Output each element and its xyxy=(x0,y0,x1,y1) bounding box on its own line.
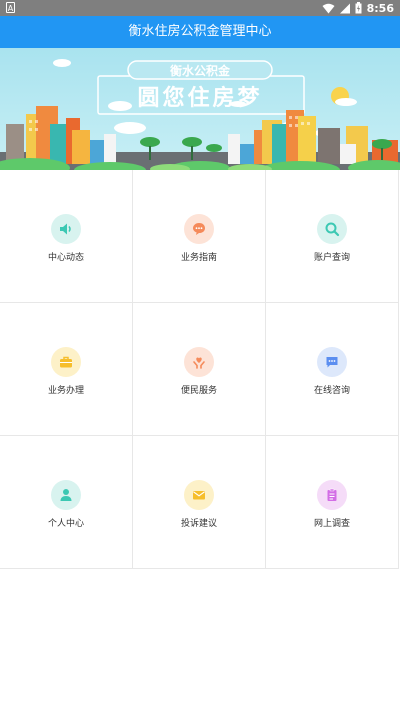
banner-title: 圆您住房梦 xyxy=(137,85,262,111)
person-icon xyxy=(60,489,72,501)
menu-label: 网上调查 xyxy=(313,519,350,529)
menu-label: 中心动态 xyxy=(47,253,84,263)
clock: 8:56 xyxy=(366,1,394,15)
status-icons: 8:56 xyxy=(322,0,394,16)
page-title: 衡水住房公积金管理中心 xyxy=(128,24,272,39)
menu-label: 业务办理 xyxy=(47,386,84,396)
envelope-icon xyxy=(193,491,205,500)
signal-icon xyxy=(339,3,350,13)
menu-label: 投诉建议 xyxy=(180,519,217,529)
menu-label: 在线咨询 xyxy=(313,386,350,396)
banner-illustration: 衡水公积金 圆您住房梦 xyxy=(0,48,400,170)
message-icon-badge xyxy=(317,347,347,377)
menu-item-online-consult[interactable]: 在线咨询 xyxy=(266,303,399,436)
search-icon xyxy=(325,222,340,237)
menu-item-online-survey[interactable]: 网上调查 xyxy=(266,436,399,569)
envelope-icon-badge xyxy=(184,480,214,510)
clipboard-icon xyxy=(327,488,337,501)
battery-icon xyxy=(355,2,362,14)
menu-label: 个人中心 xyxy=(47,519,84,529)
menu-label: 便民服务 xyxy=(180,386,217,396)
menu-grid: 中心动态 业务指南 账户查询 业务办理 便民服务 在线咨询 个人中心 投诉建议 … xyxy=(0,170,400,569)
person-icon-badge xyxy=(51,480,81,510)
chat-bubble-icon-badge xyxy=(184,214,214,244)
briefcase-icon-badge xyxy=(51,347,81,377)
hands-heart-icon-badge xyxy=(184,347,214,377)
app-bar: 衡水住房公积金管理中心 xyxy=(0,16,400,48)
menu-item-center-news[interactable]: 中心动态 xyxy=(0,170,133,303)
search-icon-badge xyxy=(317,214,347,244)
menu-item-personal-center[interactable]: 个人中心 xyxy=(0,436,133,569)
notification-a-icon: A xyxy=(6,2,15,13)
speaker-icon-badge xyxy=(51,214,81,244)
banner-subtitle: 衡水公积金 xyxy=(170,63,231,78)
status-bar: A 8:56 xyxy=(0,0,400,16)
menu-item-convenience-service[interactable]: 便民服务 xyxy=(133,303,266,436)
briefcase-icon xyxy=(60,356,72,368)
chat-bubble-icon xyxy=(193,223,205,235)
menu-label: 业务指南 xyxy=(180,253,217,263)
menu-item-complaint-suggestion[interactable]: 投诉建议 xyxy=(133,436,266,569)
menu-label: 账户查询 xyxy=(313,253,350,263)
wifi-icon xyxy=(322,3,335,13)
hands-heart-icon xyxy=(193,357,205,369)
message-icon xyxy=(326,357,338,368)
menu-item-account-query[interactable]: 账户查询 xyxy=(266,170,399,303)
clipboard-icon-badge xyxy=(317,480,347,510)
speaker-icon xyxy=(60,223,71,235)
menu-item-business-guide[interactable]: 业务指南 xyxy=(133,170,266,303)
menu-item-business-handling[interactable]: 业务办理 xyxy=(0,303,133,436)
banner[interactable]: 衡水公积金 圆您住房梦 xyxy=(0,48,400,170)
